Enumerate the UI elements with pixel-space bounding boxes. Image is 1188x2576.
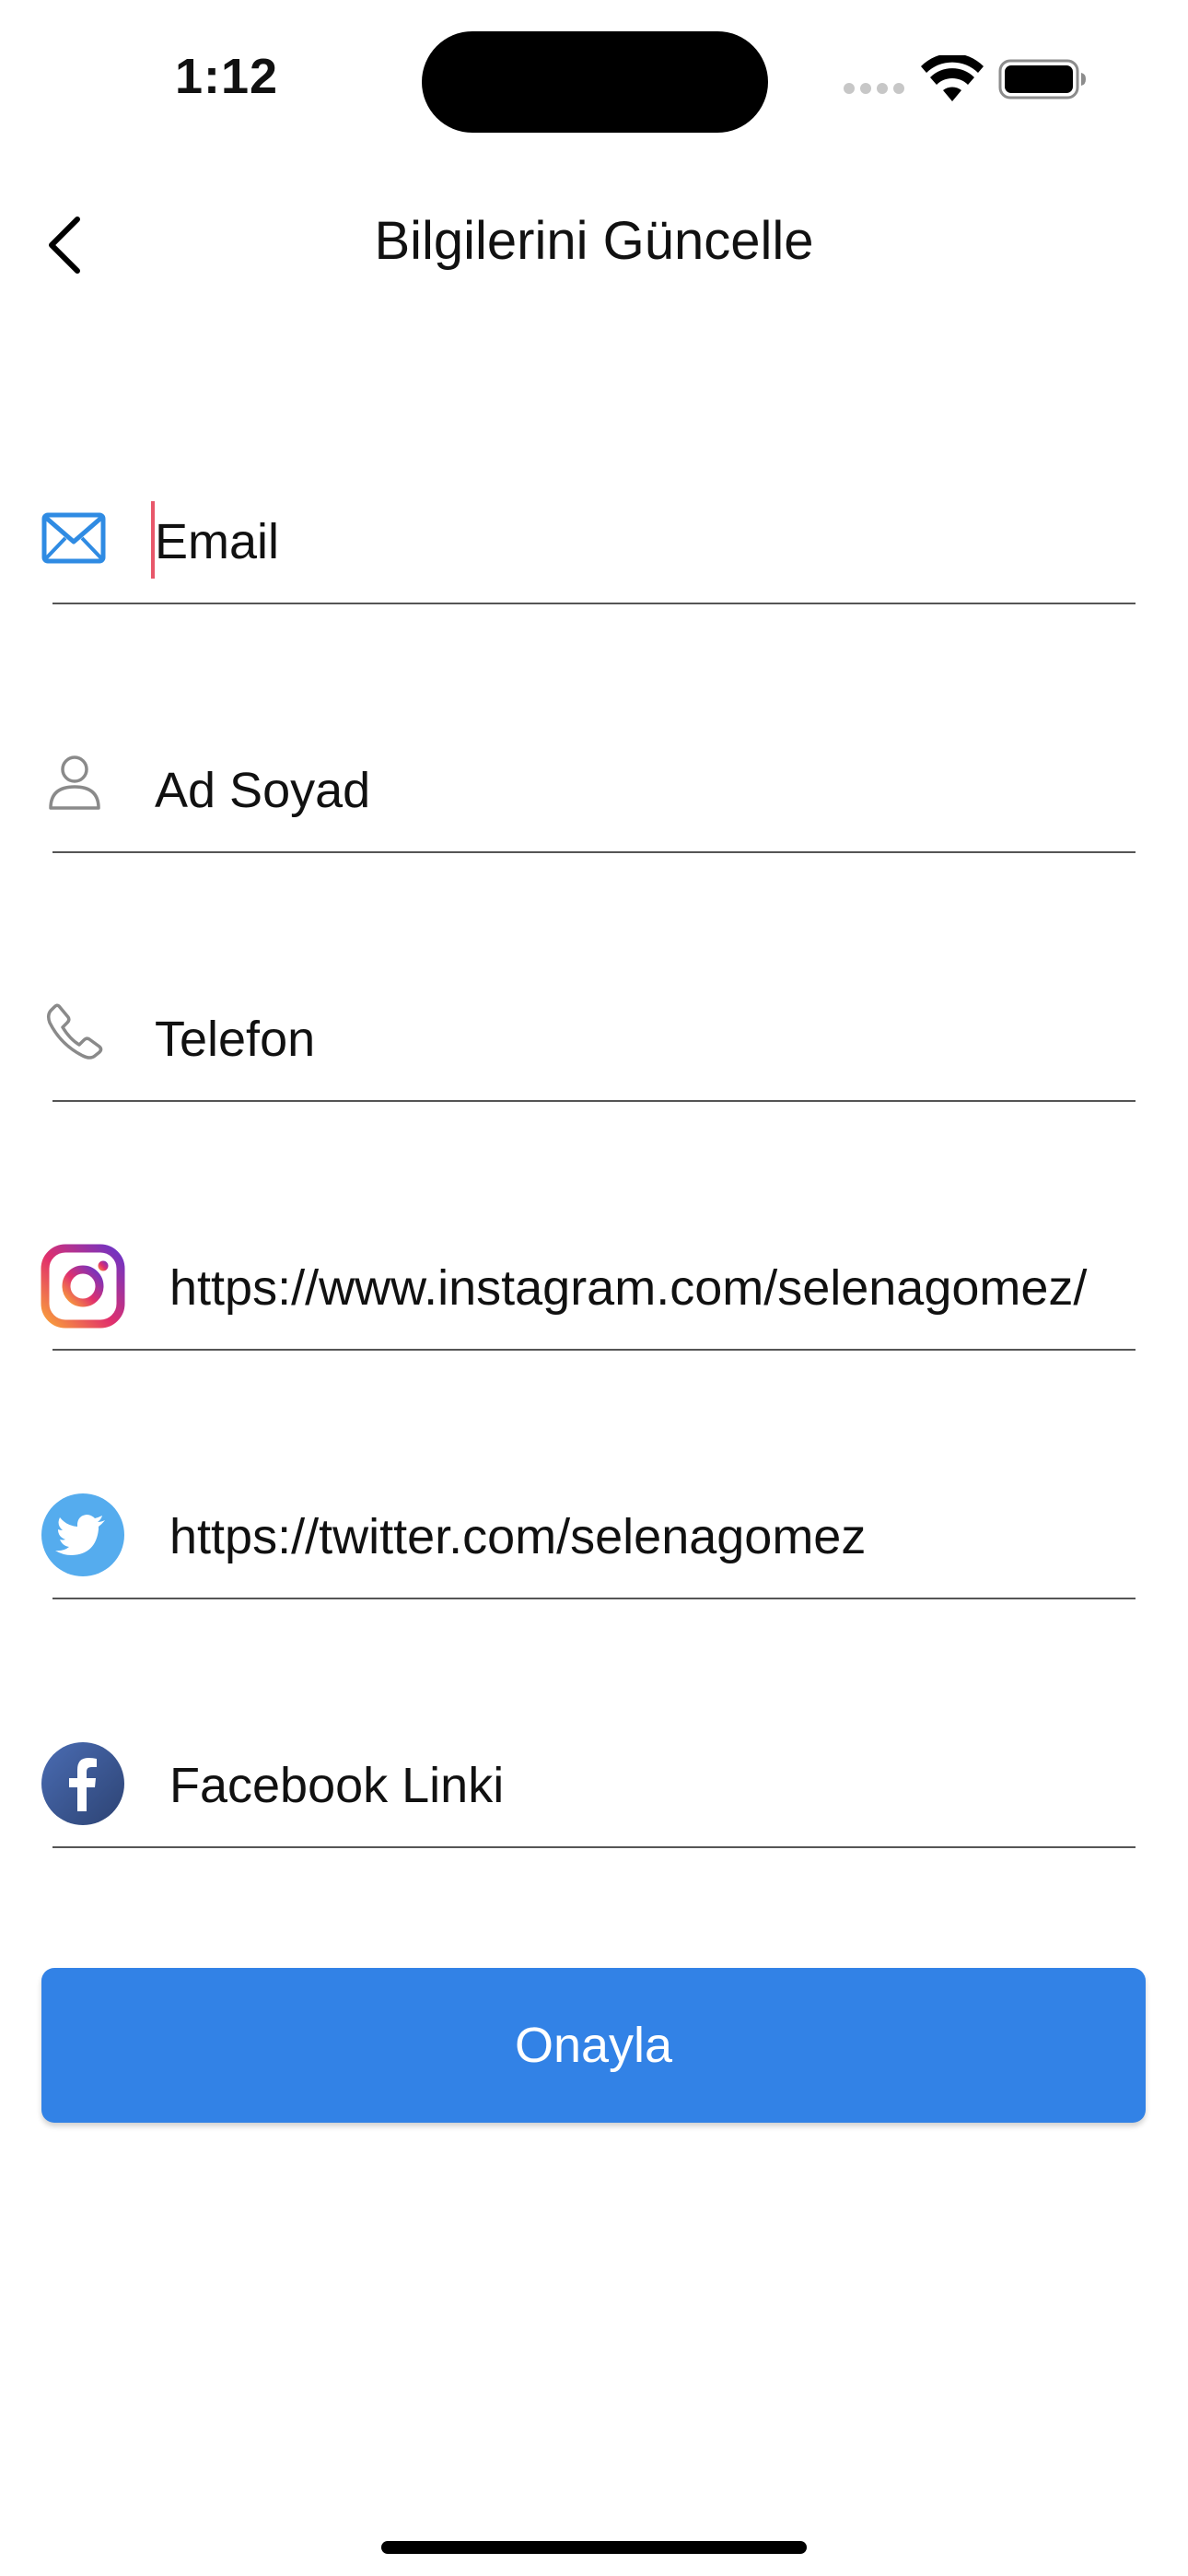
battery-icon bbox=[998, 59, 1086, 100]
user-icon bbox=[44, 752, 105, 813]
facebook-link-field[interactable] bbox=[169, 1749, 1136, 1822]
page-title: Bilgilerini Güncelle bbox=[374, 211, 814, 271]
twitter-icon bbox=[41, 1493, 125, 1577]
name-row bbox=[0, 709, 1188, 866]
phone-row bbox=[0, 958, 1188, 1115]
status-bar: 1:12 bbox=[0, 0, 1188, 157]
twitter-link-field[interactable] bbox=[169, 1500, 1136, 1574]
email-row bbox=[0, 461, 1188, 617]
confirm-button[interactable]: Onayla bbox=[41, 1968, 1146, 2123]
cellular-signal-icon bbox=[844, 83, 908, 96]
phone-underline bbox=[52, 1100, 1136, 1102]
email-field[interactable] bbox=[155, 505, 1131, 579]
instagram-link-field[interactable] bbox=[169, 1251, 1136, 1325]
facebook-row bbox=[0, 1704, 1188, 1861]
twitter-row bbox=[0, 1456, 1188, 1612]
twitter-underline bbox=[52, 1598, 1136, 1599]
instagram-row bbox=[0, 1207, 1188, 1364]
phone-icon bbox=[42, 999, 107, 1063]
email-underline bbox=[52, 603, 1136, 604]
name-underline bbox=[52, 851, 1136, 853]
instagram-underline bbox=[52, 1349, 1136, 1351]
phone-field[interactable] bbox=[155, 1002, 1131, 1076]
nav-bar: Bilgilerini Güncelle bbox=[0, 184, 1188, 304]
facebook-icon bbox=[41, 1741, 125, 1826]
home-indicator bbox=[381, 2541, 807, 2554]
name-field[interactable] bbox=[155, 754, 1131, 827]
wifi-icon bbox=[921, 55, 984, 101]
dynamic-island bbox=[422, 31, 768, 133]
mail-icon bbox=[41, 505, 107, 571]
facebook-underline bbox=[52, 1846, 1136, 1848]
status-time: 1:12 bbox=[175, 49, 279, 104]
instagram-icon bbox=[41, 1244, 125, 1329]
